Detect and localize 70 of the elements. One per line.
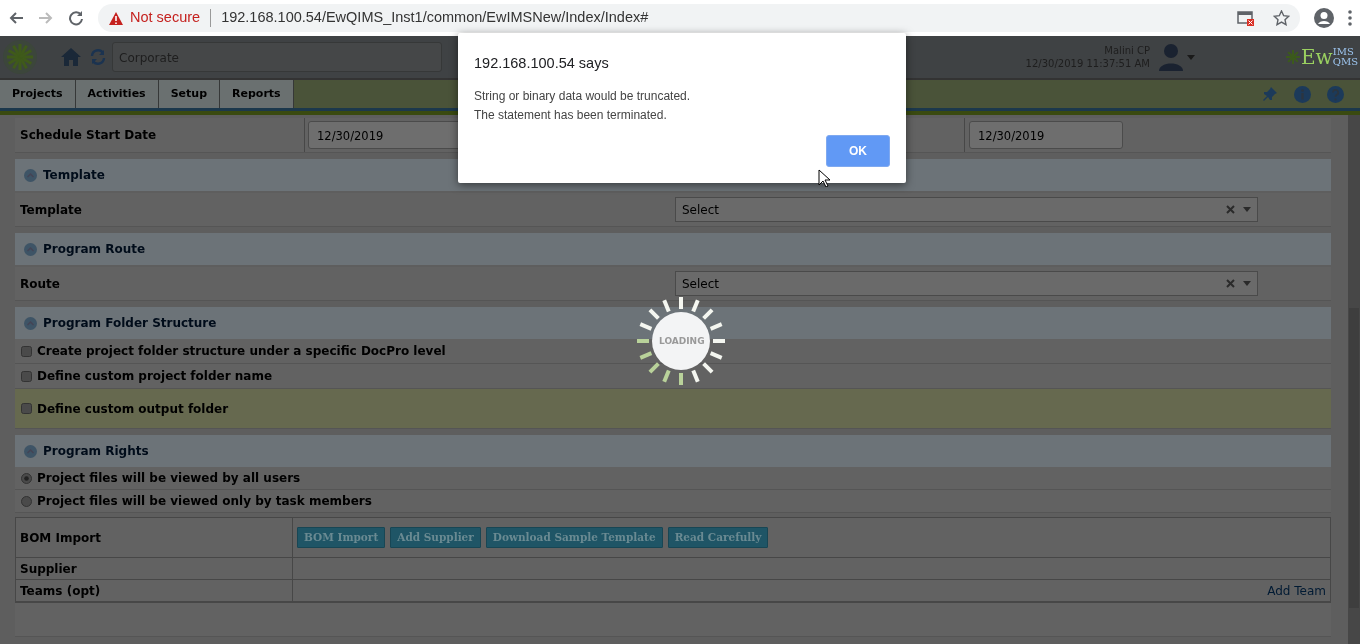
dialog-message: String or binary data would be truncated.: [474, 87, 692, 105]
logo-text: Ew: [1301, 44, 1333, 71]
field-label: Template: [20, 202, 82, 217]
field-label: Route: [20, 276, 60, 291]
field-label: BOM Import: [20, 529, 101, 547]
security-warning[interactable]: Not secure: [130, 7, 201, 29]
field-label: Supplier: [20, 560, 77, 578]
radio-button[interactable]: [21, 495, 32, 507]
nav-tab[interactable]: Activities: [75, 80, 159, 108]
collapse-icon[interactable]: [24, 168, 37, 182]
checkbox[interactable]: [21, 345, 32, 357]
nav-tab[interactable]: Projects: [0, 80, 76, 108]
caret-icon[interactable]: [1187, 54, 1195, 60]
caret-icon[interactable]: [1243, 281, 1251, 286]
section-title: Program Rights: [43, 443, 149, 460]
action-button[interactable]: BOM Import: [297, 526, 386, 549]
scrollbar-thumb[interactable]: [1349, 308, 1359, 608]
logo-text: QMS: [1332, 57, 1358, 67]
field-label: Schedule Start Date: [20, 127, 157, 144]
action-button[interactable]: Read Carefully: [667, 526, 769, 549]
select-field[interactable]: Select: [675, 271, 1258, 296]
checkbox[interactable]: [21, 370, 32, 382]
popup-blocked-icon[interactable]: [1237, 10, 1255, 26]
clear-icon[interactable]: [1226, 205, 1235, 214]
account-icon[interactable]: [1314, 8, 1334, 28]
back-icon[interactable]: [8, 10, 24, 26]
ok-button[interactable]: OK: [826, 135, 890, 167]
checkbox-label: Define custom project folder name: [37, 368, 273, 385]
collapse-icon[interactable]: [24, 444, 37, 458]
forward-icon[interactable]: [38, 10, 54, 26]
section-header[interactable]: Program Rights: [15, 435, 1331, 467]
refresh-icon[interactable]: [90, 49, 106, 65]
dialog-message: The statement has been terminated.: [474, 106, 668, 124]
date-field[interactable]: 12/30/2019: [969, 121, 1123, 149]
section-header[interactable]: Program Route: [15, 233, 1331, 265]
checkbox-label: Create project folder structure under a specific DocPro level: [37, 343, 446, 360]
logo-star-icon: [1285, 49, 1301, 65]
collapse-icon[interactable]: [24, 242, 37, 256]
select-field[interactable]: Select: [675, 197, 1258, 222]
select-value: Select: [682, 275, 721, 293]
caret-icon[interactable]: [1243, 207, 1251, 212]
dialog-title: 192.168.100.54 says: [474, 54, 610, 73]
radio-label: Project files will be viewed by all users: [37, 470, 301, 487]
clear-icon[interactable]: [1226, 279, 1235, 288]
collapse-icon[interactable]: [24, 316, 37, 330]
section-title: Template: [43, 167, 105, 184]
pin-icon[interactable]: [1262, 86, 1278, 102]
section-title: Program Route: [43, 241, 146, 258]
warning-icon: [108, 10, 124, 26]
radio-label: Project files will be viewed only by task members: [37, 493, 372, 510]
radio-button[interactable]: [21, 472, 32, 484]
action-button[interactable]: Download Sample Template: [485, 526, 663, 549]
nav-tab[interactable]: Reports: [220, 80, 294, 108]
star-icon[interactable]: [1273, 10, 1290, 26]
section-title: Program Folder Structure: [43, 315, 217, 332]
select-value: Select: [682, 201, 721, 219]
home-icon[interactable]: [60, 47, 82, 67]
field-label: Teams (opt): [20, 582, 101, 600]
avatar-icon[interactable]: [1158, 43, 1184, 71]
info-icon[interactable]: [1294, 85, 1311, 103]
action-button[interactable]: Add Supplier: [390, 526, 481, 549]
logo-text: IMS: [1332, 47, 1355, 57]
help-icon[interactable]: [1327, 85, 1344, 103]
checkbox[interactable]: [21, 403, 32, 414]
menu-icon[interactable]: [1348, 10, 1352, 26]
checkbox-label: Define custom output folder: [37, 400, 229, 418]
address-url[interactable]: 192.168.100.54/EwQIMS_Inst1/common/EwIMSNew/Index/Index#: [221, 7, 649, 29]
reload-icon[interactable]: [68, 10, 84, 26]
nav-tab[interactable]: Setup: [158, 80, 220, 108]
add-team-link[interactable]: Add Team: [1267, 581, 1326, 600]
